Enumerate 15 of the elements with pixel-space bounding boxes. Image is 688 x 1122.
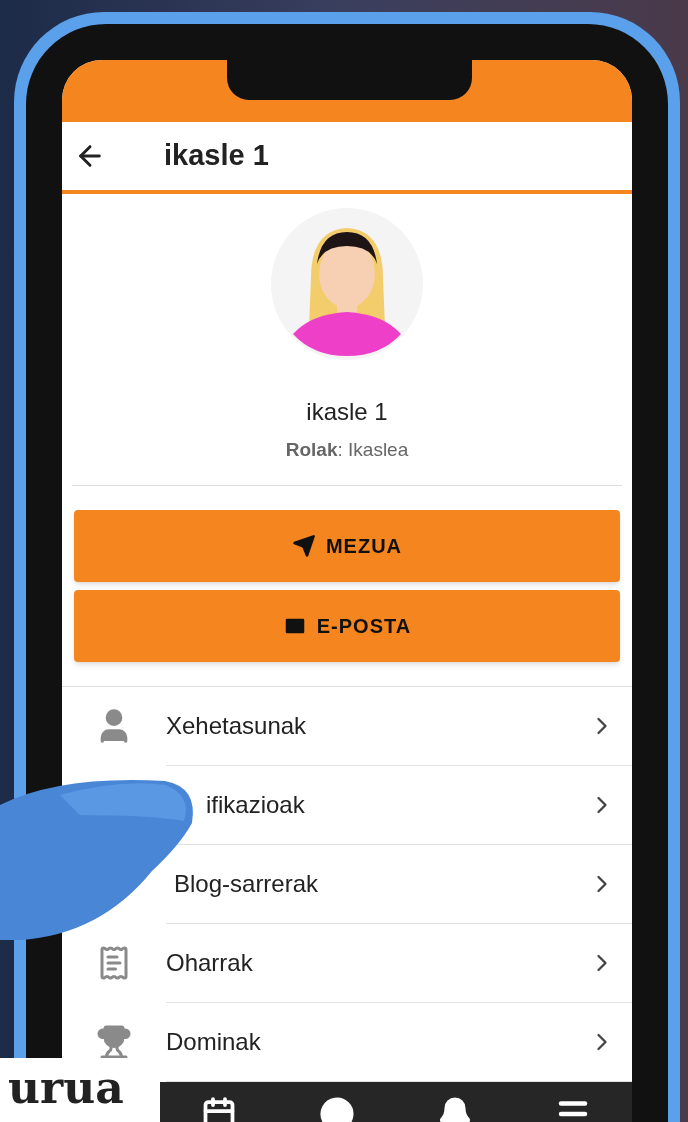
profile-name: ikasle 1 [306, 397, 388, 427]
profile-roles: Rolak: Ikaslea [285, 438, 409, 462]
menu-item[interactable]: ifikazioak [206, 786, 305, 823]
menu-item[interactable]: Xehetasunak [166, 707, 307, 744]
page-title: ikasle 1 [164, 138, 269, 174]
menu-item[interactable]: Oharrak [166, 944, 253, 981]
calendar-icon[interactable] [201, 1095, 237, 1122]
trophy-icon [96, 1024, 132, 1060]
menu-item[interactable]: Dominak [166, 1023, 261, 1060]
action-button[interactable]: MEZUA [74, 509, 620, 582]
bell-icon[interactable] [437, 1095, 473, 1122]
menu-item[interactable]: Blog-sarrerak [174, 865, 319, 902]
caption-text: urua [8, 1066, 125, 1110]
action-button[interactable]: E-POSTA [74, 589, 620, 662]
send-icon [291, 533, 316, 558]
